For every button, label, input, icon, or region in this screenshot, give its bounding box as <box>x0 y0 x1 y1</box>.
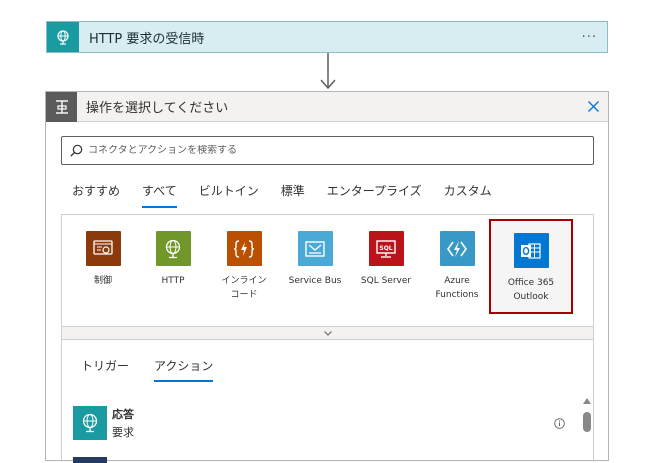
scrollbar[interactable] <box>581 398 593 462</box>
control-icon <box>93 239 113 255</box>
action-description: 要求 <box>112 426 134 439</box>
connector-label: インライン コード <box>221 276 267 300</box>
action-list-area: トリガー アクション 応答 要求 <box>61 340 594 463</box>
connector-label: Office 365 Outlook <box>507 278 555 302</box>
action-text: 応答 要求 <box>112 406 134 440</box>
tab-standard[interactable]: 標準 <box>281 180 305 208</box>
connector-service-bus[interactable]: Service Bus <box>280 215 350 315</box>
tile-icon-box <box>85 231 121 266</box>
flow-arrow-icon <box>320 53 336 90</box>
search-icon <box>70 144 83 157</box>
connector-sql-server[interactable]: SQL SQL Server <box>351 215 421 315</box>
tab-recommended[interactable]: おすすめ <box>72 180 120 206</box>
trigger-action-tabs: トリガー アクション <box>81 357 238 382</box>
tab-triggers[interactable]: トリガー <box>81 357 129 382</box>
inline-code-icon <box>233 239 255 258</box>
action-icon-box <box>73 406 107 440</box>
panel-header-icon-box <box>46 91 77 122</box>
globe-icon <box>57 30 69 45</box>
tile-icon-box <box>513 233 549 268</box>
close-icon <box>587 101 599 112</box>
panel-header: 操作を選択してください <box>46 91 608 122</box>
connector-azure-functions[interactable]: Azure Functions <box>422 215 492 315</box>
connector-office365-outlook[interactable]: Office 365 Outlook <box>489 219 573 314</box>
tab-custom[interactable]: カスタム <box>444 180 492 208</box>
scroll-thumb[interactable] <box>583 412 591 432</box>
globe-icon <box>165 239 181 258</box>
action-name: 応答 <box>112 408 134 421</box>
info-icon[interactable] <box>554 418 565 429</box>
connector-label: HTTP <box>161 276 185 286</box>
connector-label: SQL Server <box>360 276 412 286</box>
expand-connectors-button[interactable] <box>61 326 594 340</box>
outlook-icon <box>521 242 541 259</box>
globe-icon <box>82 413 98 433</box>
category-tabs: おすすめ すべて ビルトイン 標準 エンタープライズ カスタム <box>72 180 514 208</box>
more-options-button[interactable]: ··· <box>582 30 597 45</box>
trigger-card[interactable]: HTTP 要求の受信時 ··· <box>46 21 608 53</box>
connector-inline-code[interactable]: インライン コード <box>209 215 279 315</box>
connector-label: Azure Functions <box>435 276 479 300</box>
tile-icon-box <box>297 231 333 266</box>
action-icon <box>55 99 68 114</box>
tab-all[interactable]: すべて <box>142 180 177 208</box>
action-row-response[interactable]: 応答 要求 <box>73 405 565 441</box>
connector-label: 制御 <box>93 276 112 286</box>
connectors-grid: 制御 HTTP インライン コード Service Bus SQL SQL Se… <box>61 214 594 326</box>
tile-icon-box <box>439 231 475 266</box>
service-bus-icon <box>305 240 325 257</box>
trigger-icon-box <box>47 22 79 52</box>
connector-http[interactable]: HTTP <box>138 215 208 315</box>
next-action-icon-partial <box>73 457 107 463</box>
svg-text:SQL: SQL <box>379 245 392 252</box>
sql-server-icon: SQL <box>376 239 396 258</box>
trigger-title: HTTP 要求の受信時 <box>89 31 205 47</box>
connector-label: Service Bus <box>288 276 342 286</box>
tab-builtin[interactable]: ビルトイン <box>199 180 259 208</box>
scroll-up-arrow-icon[interactable] <box>583 398 591 404</box>
tab-enterprise[interactable]: エンタープライズ <box>327 180 422 208</box>
tile-icon-box <box>155 231 191 266</box>
tile-icon-box <box>226 231 262 266</box>
tile-icon-box: SQL <box>368 231 404 266</box>
tab-actions[interactable]: アクション <box>154 357 214 382</box>
choose-action-panel: 操作を選択してください おすすめ すべて ビルトイン 標準 エンタープライズ カ… <box>45 91 609 463</box>
close-button[interactable] <box>578 92 608 122</box>
chevron-down-icon <box>323 330 332 336</box>
connector-control[interactable]: 制御 <box>68 215 138 315</box>
panel-title: 操作を選択してください <box>86 101 229 116</box>
search-box[interactable] <box>61 136 594 165</box>
azure-functions-icon <box>447 240 467 257</box>
search-input[interactable] <box>88 145 568 156</box>
